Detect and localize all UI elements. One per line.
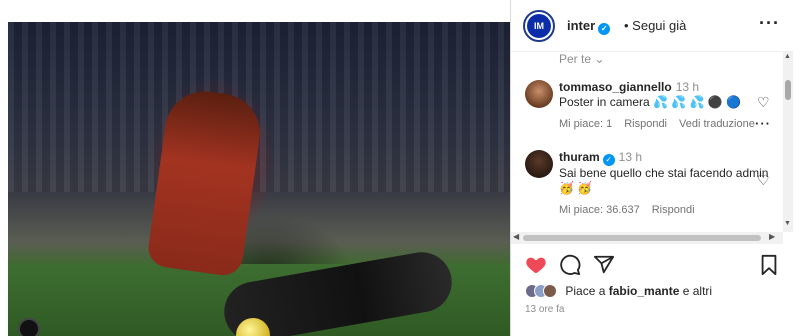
reply-button[interactable]: Rispondi: [624, 118, 667, 130]
follow-status[interactable]: • Segui già: [624, 18, 686, 33]
scroll-up-icon[interactable]: ▲: [784, 53, 791, 60]
verified-icon: ✓: [602, 154, 615, 166]
scrollbar-thumb[interactable]: [785, 80, 791, 100]
translate-button[interactable]: Vedi traduzione: [679, 118, 755, 130]
avatar[interactable]: IM: [523, 10, 555, 42]
vertical-scrollbar[interactable]: ▲ ▼: [783, 52, 793, 232]
comment-icon[interactable]: [559, 254, 581, 282]
heart-filled-icon[interactable]: [525, 254, 547, 282]
scroll-right-icon[interactable]: ▶: [769, 232, 775, 241]
scroll-down-icon[interactable]: ▼: [784, 220, 791, 227]
reply-button[interactable]: Rispondi: [652, 204, 695, 216]
comments-list: Per te ⌄ tommaso_giannello 13 h Poster in…: [511, 52, 781, 230]
post-header: IM inter ✓ • Segui già ···: [511, 0, 793, 52]
comment-body: tommaso_giannello 13 h Poster in camera 💦…: [559, 80, 769, 110]
comment-likes[interactable]: Mi piace: 1: [559, 118, 612, 130]
bookmark-icon[interactable]: [759, 254, 779, 282]
post-photo[interactable]: [8, 22, 510, 336]
like-comment-icon[interactable]: ♡: [757, 172, 770, 189]
tag-icon[interactable]: [18, 318, 40, 336]
comment-likes[interactable]: Mi piace: 36.637: [559, 204, 640, 216]
verified-icon: ✓: [598, 23, 611, 35]
comment-body: thuram ✓ 13 h Sai bene quello che stai fac…: [559, 150, 769, 196]
avatar: [543, 284, 557, 298]
comment-time: 13 h: [675, 80, 700, 94]
horizontal-scrollbar[interactable]: ◀ ▶: [511, 232, 783, 244]
share-icon[interactable]: [593, 254, 615, 282]
inter-logo-icon: IM: [527, 14, 551, 38]
action-bar: [511, 254, 793, 282]
likes-summary[interactable]: Piace a fabio_mante e altri: [525, 284, 712, 302]
comments-filter[interactable]: Per te ⌄: [559, 52, 604, 66]
comment-options-icon[interactable]: ···: [755, 116, 771, 131]
stadium-crowd: [8, 22, 510, 192]
like-comment-icon[interactable]: ♡: [757, 94, 770, 111]
avatar[interactable]: [525, 80, 553, 108]
comment-text: Sai bene quello che stai facendo admin 🥳…: [559, 166, 769, 195]
comment-meta: Mi piace: 36.637 Rispondi: [559, 204, 707, 216]
post-sidebar: IM inter ✓ • Segui già ··· Per te ⌄ tomma…: [510, 0, 800, 336]
scrollbar-thumb[interactable]: [523, 235, 761, 241]
comment-text: Poster in camera 💦 💦 💦 ⚫ 🔵: [559, 95, 742, 109]
post-timestamp: 13 ore fa: [525, 304, 565, 315]
account-name[interactable]: inter ✓: [567, 18, 611, 35]
more-options-icon[interactable]: ···: [759, 13, 780, 34]
comment-username[interactable]: thuram: [559, 150, 600, 164]
avatar[interactable]: [525, 150, 553, 178]
instagram-post-viewer: IM inter ✓ • Segui già ··· Per te ⌄ tomma…: [0, 0, 800, 336]
comment-meta: Mi piace: 1 Rispondi Vedi traduzione: [559, 118, 767, 130]
comment-username[interactable]: tommaso_giannello: [559, 80, 672, 94]
comment-time: 13 h: [618, 150, 643, 164]
likes-text: Piace a fabio_mante e altri: [565, 284, 713, 298]
scroll-left-icon[interactable]: ◀: [513, 232, 519, 241]
